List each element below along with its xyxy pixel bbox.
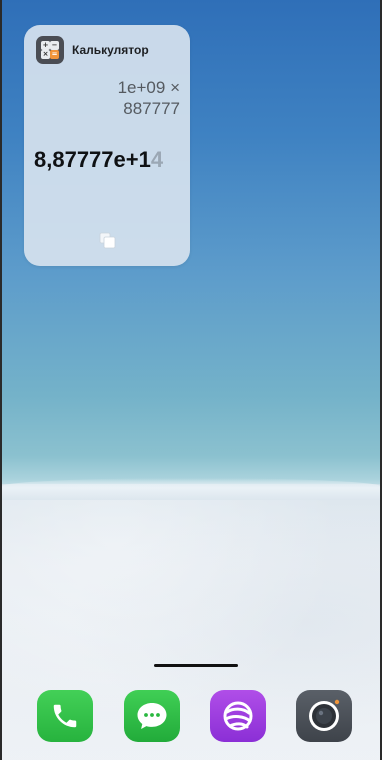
result-overflow-digit: 4 <box>150 147 164 172</box>
camera-app-icon[interactable] <box>296 690 352 742</box>
messages-icon <box>137 703 167 729</box>
calculator-widget[interactable]: + − × = Калькулятор 1e+09 × 887777 8,877… <box>24 25 190 266</box>
result-value: 8,87777e+1 <box>34 147 151 172</box>
wallpaper-horizon <box>0 478 382 500</box>
phone-app-icon[interactable] <box>37 690 93 742</box>
messages-app-icon[interactable] <box>124 690 180 742</box>
browser-app-icon[interactable] <box>210 690 266 742</box>
widget-app-name: Калькулятор <box>72 43 149 57</box>
browser-icon <box>223 701 253 731</box>
phone-icon <box>53 704 77 728</box>
home-screen: + − × = Калькулятор 1e+09 × 887777 8,877… <box>0 0 382 760</box>
calculator-result: 8,87777e+14 <box>34 147 184 173</box>
camera-icon <box>309 699 340 731</box>
expression-line-1: 1e+09 × <box>117 78 180 97</box>
expression-line-2: 887777 <box>123 99 180 118</box>
calculator-app-icon: + − × = <box>36 36 64 64</box>
calculator-expression: 1e+09 × 887777 <box>118 77 180 119</box>
copy-icon[interactable] <box>98 231 118 251</box>
widget-header: + − × = Калькулятор <box>36 36 149 64</box>
home-indicator-bar[interactable] <box>154 664 238 667</box>
